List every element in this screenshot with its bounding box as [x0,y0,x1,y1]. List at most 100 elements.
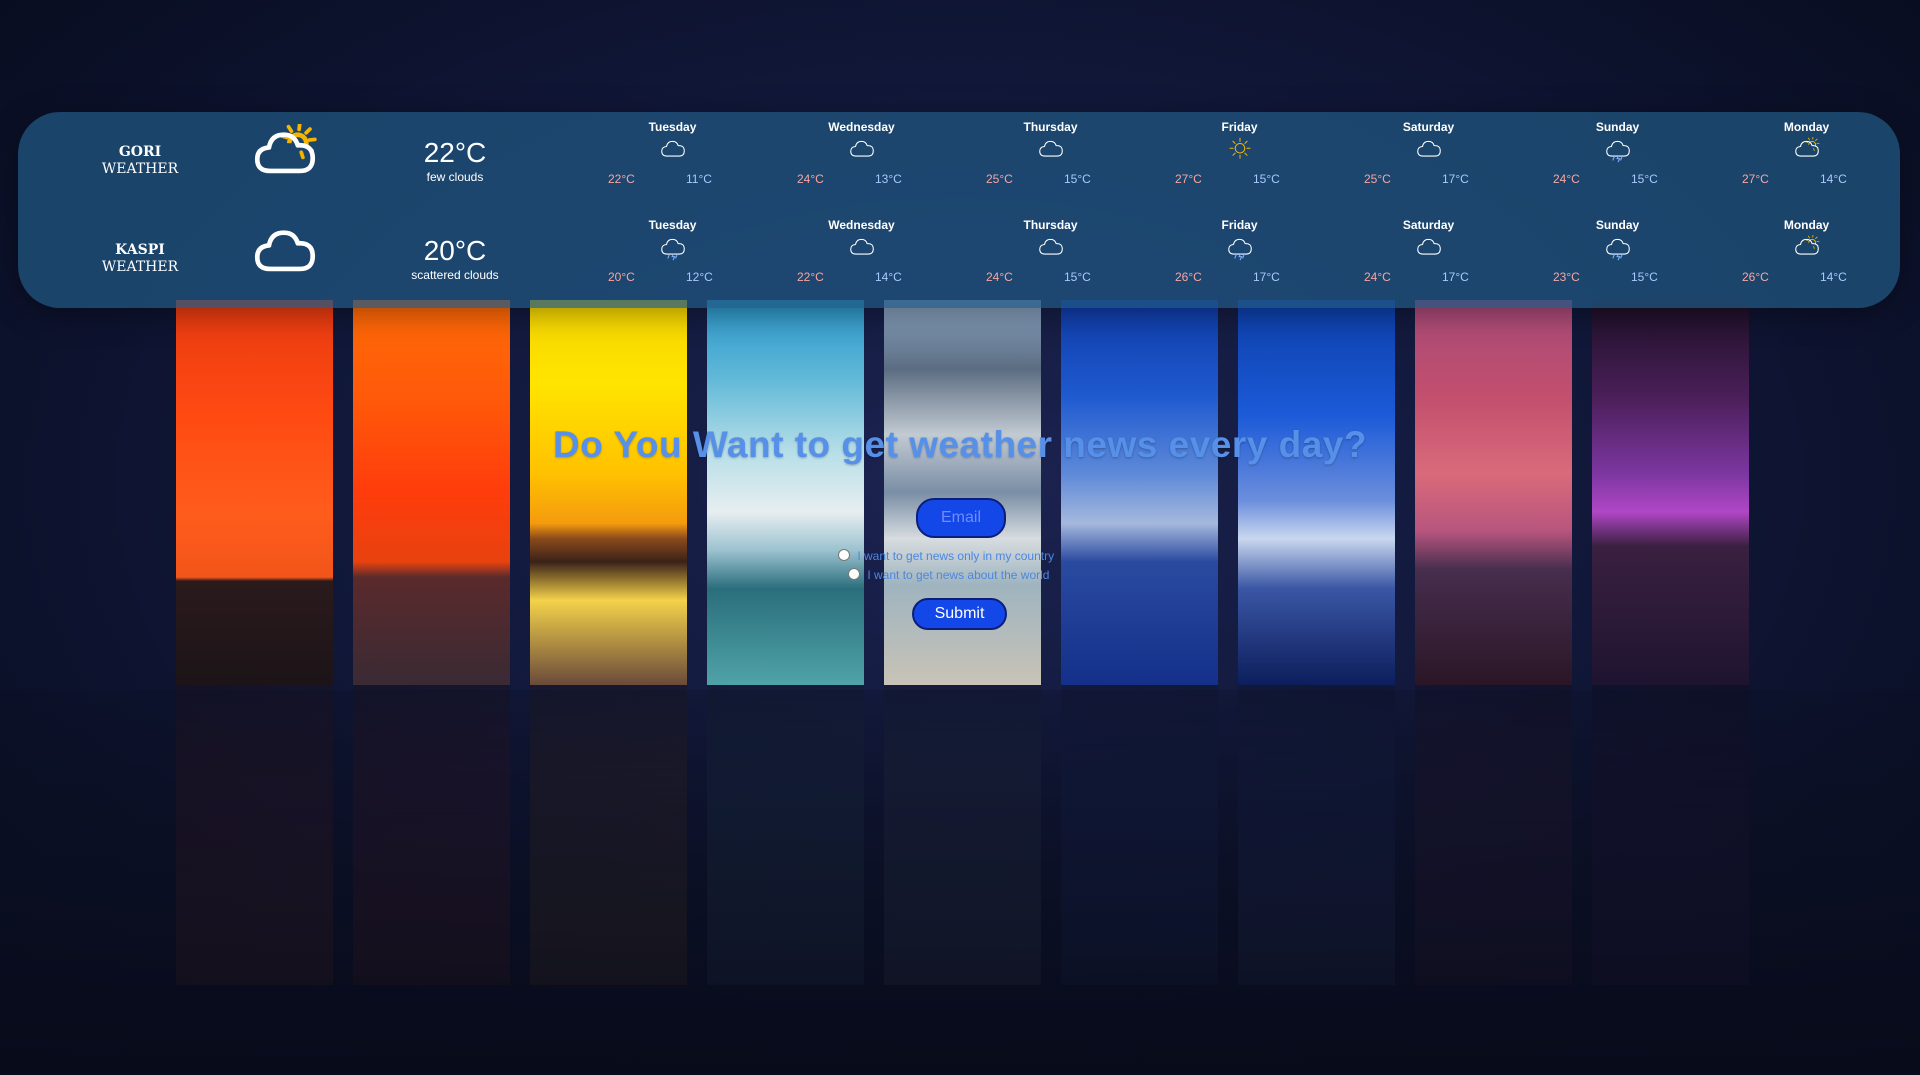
forecast-day-name: Friday [1221,120,1258,134]
forecast-max-temp: 25°C [1364,172,1391,186]
forecast-min-temp: 15°C [1631,172,1658,186]
bottom-fade [0,690,1920,1075]
forecast-max-temp: 27°C [1175,172,1202,186]
current-temperature: 22°C [423,137,487,168]
radio-world-button[interactable] [848,568,860,580]
forecast-day-friday: Friday 27°C 15°C [1145,120,1334,218]
current-description: scattered clouds [411,268,499,282]
forecast-day-name: Monday [1783,120,1830,134]
city-name: KASPI WEATHER [70,242,210,276]
radio-country-button[interactable] [838,549,850,561]
background-strip-deep-blue-sky [1061,300,1218,685]
forecast-day-name: Wednesday [828,218,895,232]
forecast-day-name: Sunday [1595,218,1640,232]
radio-country-label: I want to get news only in my country [857,549,1055,563]
forecast-day-saturday: Saturday 25°C 17°C [1334,120,1523,218]
forecast-min-temp: 11°C [686,172,712,186]
current-temperature: 20°C [423,235,487,266]
radio-option-country[interactable]: I want to get news only in my country [838,549,1138,565]
sun-cloud-icon [1792,136,1822,163]
forecast-min-temp: 13°C [875,172,902,186]
forecast-min-temp: 15°C [1253,172,1280,186]
forecast-min-temp: 14°C [1820,270,1847,284]
background-strip-purple-night [1592,300,1749,685]
background-strip-orange-sunset [353,300,510,685]
forecast-max-temp: 25°C [986,172,1013,186]
forecast-day-monday: Monday 26°C 14°C [1712,218,1901,316]
forecast-day-name: Sunday [1595,120,1640,134]
city-label-text: WEATHER [101,259,179,275]
background-strip-pink-dusk [1415,300,1572,685]
forecast-day-thursday: Thursday 25°C 15°C [956,120,1145,218]
forecast-day-sunday: Sunday 24°C 15°C [1523,120,1712,218]
forecast-day-name: Tuesday [648,120,697,134]
forecast-min-temp: 15°C [1064,172,1091,186]
forecast-day-saturday: Saturday 24°C 17°C [1334,218,1523,316]
forecast-day-tuesday: Tuesday 22°C 11°C [578,120,767,218]
rain-cloud-icon [658,235,688,261]
forecast-max-temp: 24°C [986,270,1013,284]
forecast-day-monday: Monday 27°C 14°C [1712,120,1901,218]
forecast-day-name: Saturday [1402,120,1455,134]
forecast-max-temp: 23°C [1553,270,1580,284]
background-strip-ice-blue [1238,300,1395,685]
rain-cloud-icon [1603,137,1633,163]
background-strip-blue-sky-sea [707,300,864,685]
forecast-day-name: Saturday [1402,218,1455,232]
forecast-min-temp: 17°C [1253,270,1280,284]
forecast-day-name: Wednesday [828,120,895,134]
sun-cloud-icon [1792,234,1822,261]
background-strip-yellow-sunset [530,300,687,685]
forecast-max-temp: 20°C [608,270,635,284]
forecast-max-temp: 22°C [608,172,635,186]
forecast-day-friday: Friday 26°C 17°C [1145,218,1334,316]
forecast-day-wednesday: Wednesday 22°C 14°C [767,218,956,316]
forecast-min-temp: 14°C [875,270,902,284]
sun-cloud-icon [245,122,325,188]
forecast-min-temp: 15°C [1631,270,1658,284]
forecast-max-temp: 24°C [1364,270,1391,284]
email-input[interactable] [916,498,1006,538]
city-row-kaspi: KASPI WEATHER 20°C scattered clouds Tuesday 2… [0,210,1882,308]
forecast-min-temp: 12°C [686,270,713,284]
current-description: few clouds [426,170,484,184]
background: Do You Want to get weather news every da… [0,0,1920,1075]
submit-button[interactable]: Submit [912,598,1007,630]
forecast-min-temp: 17°C [1442,172,1469,186]
cloud-icon [245,222,325,286]
cloud-icon [847,235,877,261]
forecast-min-temp: 17°C [1442,270,1469,284]
forecast-day-name: Thursday [1023,120,1078,134]
forecast-day-name: Friday [1221,218,1258,232]
city-name-text: GORI [118,144,162,160]
forecast-day-name: Tuesday [648,218,697,232]
forecast-min-temp: 14°C [1820,172,1847,186]
forecast-day-sunday: Sunday 23°C 15°C [1523,218,1712,316]
forecast-max-temp: 26°C [1175,270,1202,284]
forecast-min-temp: 15°C [1064,270,1091,284]
forecast-max-temp: 27°C [1742,172,1769,186]
cloud-icon [658,137,688,163]
cloud-icon [1414,137,1444,163]
forecast-max-temp: 22°C [797,270,824,284]
forecast-max-temp: 24°C [1553,172,1580,186]
radio-world-label: I want to get news about the world [867,568,1050,582]
forecast-max-temp: 26°C [1742,270,1769,284]
forecast-day-thursday: Thursday 24°C 15°C [956,218,1145,316]
background-strip-red-sunset [176,300,333,685]
cloud-icon [1036,235,1066,261]
rain-cloud-icon [1603,235,1633,261]
forecast-day-name: Thursday [1023,218,1078,232]
sun-icon [1225,137,1255,163]
radio-option-world[interactable]: I want to get news about the world [848,568,1148,584]
city-name-text: KASPI [115,242,165,258]
city-name: GORI WEATHER [70,144,210,178]
forecast-day-tuesday: Tuesday 20°C 12°C [578,218,767,316]
rain-cloud-icon [1225,235,1255,261]
forecast-day-name: Monday [1783,218,1830,232]
newsletter-headline: Do You Want to get weather news every da… [553,424,1367,465]
forecast-day-wednesday: Wednesday 24°C 13°C [767,120,956,218]
city-row-gori: GORI WEATHER 22°C few clouds Tuesday 22°C 11°C… [0,112,1882,210]
city-label-text: WEATHER [101,161,179,177]
cloud-icon [1414,235,1444,261]
